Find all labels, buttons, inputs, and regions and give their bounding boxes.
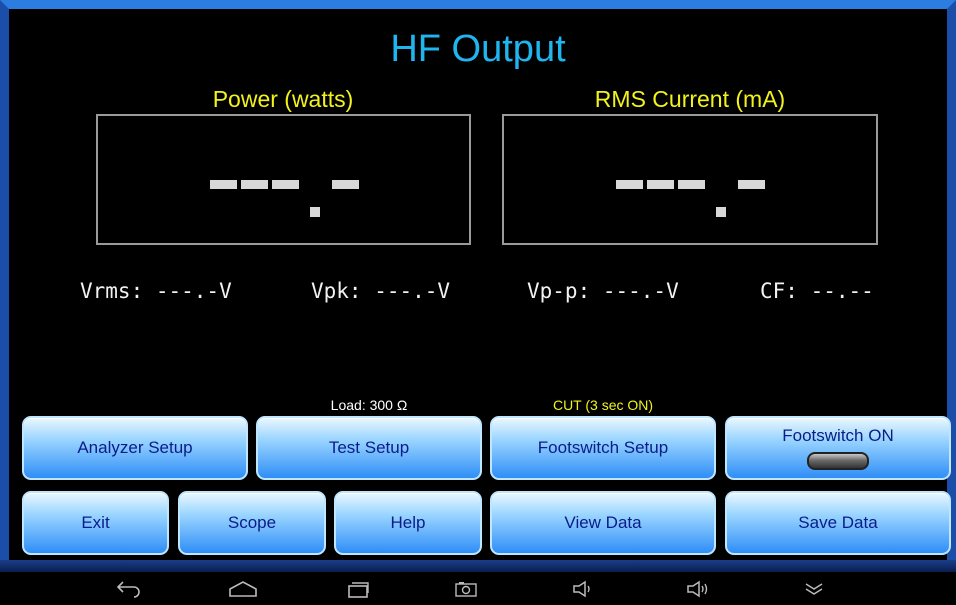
screenshot-icon[interactable] xyxy=(446,572,486,605)
power-label: Power (watts) xyxy=(212,86,354,112)
analyzer-setup-button[interactable]: Analyzer Setup xyxy=(22,416,248,480)
help-button[interactable]: Help xyxy=(334,491,482,555)
analyzer-setup-label: Analyzer Setup xyxy=(77,438,193,457)
exit-label: Exit xyxy=(81,513,110,532)
power-decimal-point xyxy=(310,207,320,217)
save-data-button[interactable]: Save Data xyxy=(725,491,951,555)
home-icon[interactable] xyxy=(223,572,263,605)
volume-down-icon[interactable] xyxy=(563,572,603,605)
current-label: RMS Current (mA) xyxy=(594,86,786,112)
frame-bottom-bar xyxy=(0,560,956,572)
power-meter-display xyxy=(96,114,471,245)
current-digit-2 xyxy=(647,180,674,189)
vrms-readout: Vrms: ---.-V xyxy=(80,279,232,303)
vpp-readout: Vp-p: ---.-V xyxy=(527,279,679,303)
scope-label: Scope xyxy=(227,513,277,532)
mode-label: CUT (3 sec ON) xyxy=(552,397,654,413)
power-digit-4 xyxy=(332,180,359,189)
power-digit-1 xyxy=(210,180,237,189)
volume-up-icon[interactable] xyxy=(678,572,718,605)
footswitch-on-button[interactable]: Footswitch ON xyxy=(725,416,951,480)
exit-button[interactable]: Exit xyxy=(22,491,169,555)
vpk-readout: Vpk: ---.-V xyxy=(311,279,451,303)
cf-readout: CF: --.-- xyxy=(760,279,874,303)
power-digit-2 xyxy=(241,180,268,189)
scope-button[interactable]: Scope xyxy=(178,491,326,555)
view-data-label: View Data xyxy=(564,513,642,532)
page-title: HF Output xyxy=(390,28,566,70)
test-setup-button[interactable]: Test Setup xyxy=(256,416,482,480)
recents-icon[interactable] xyxy=(338,572,378,605)
footswitch-toggle-indicator xyxy=(806,452,869,470)
system-nav-bar xyxy=(0,572,956,605)
power-digit-3 xyxy=(272,180,299,189)
footswitch-setup-button[interactable]: Footswitch Setup xyxy=(490,416,716,480)
save-data-label: Save Data xyxy=(798,513,878,532)
back-icon[interactable] xyxy=(108,572,148,605)
load-label: Load: 300 Ω xyxy=(330,397,408,413)
current-digit-4 xyxy=(738,180,765,189)
current-digit-3 xyxy=(678,180,705,189)
footswitch-setup-label: Footswitch Setup xyxy=(537,438,669,457)
view-data-button[interactable]: View Data xyxy=(490,491,716,555)
current-digit-1 xyxy=(616,180,643,189)
current-decimal-point xyxy=(716,207,726,217)
test-setup-label: Test Setup xyxy=(328,438,410,457)
menu-collapse-icon[interactable] xyxy=(794,572,834,605)
help-label: Help xyxy=(390,513,426,532)
current-meter-display xyxy=(502,114,878,245)
footswitch-on-label: Footswitch ON xyxy=(782,426,894,445)
